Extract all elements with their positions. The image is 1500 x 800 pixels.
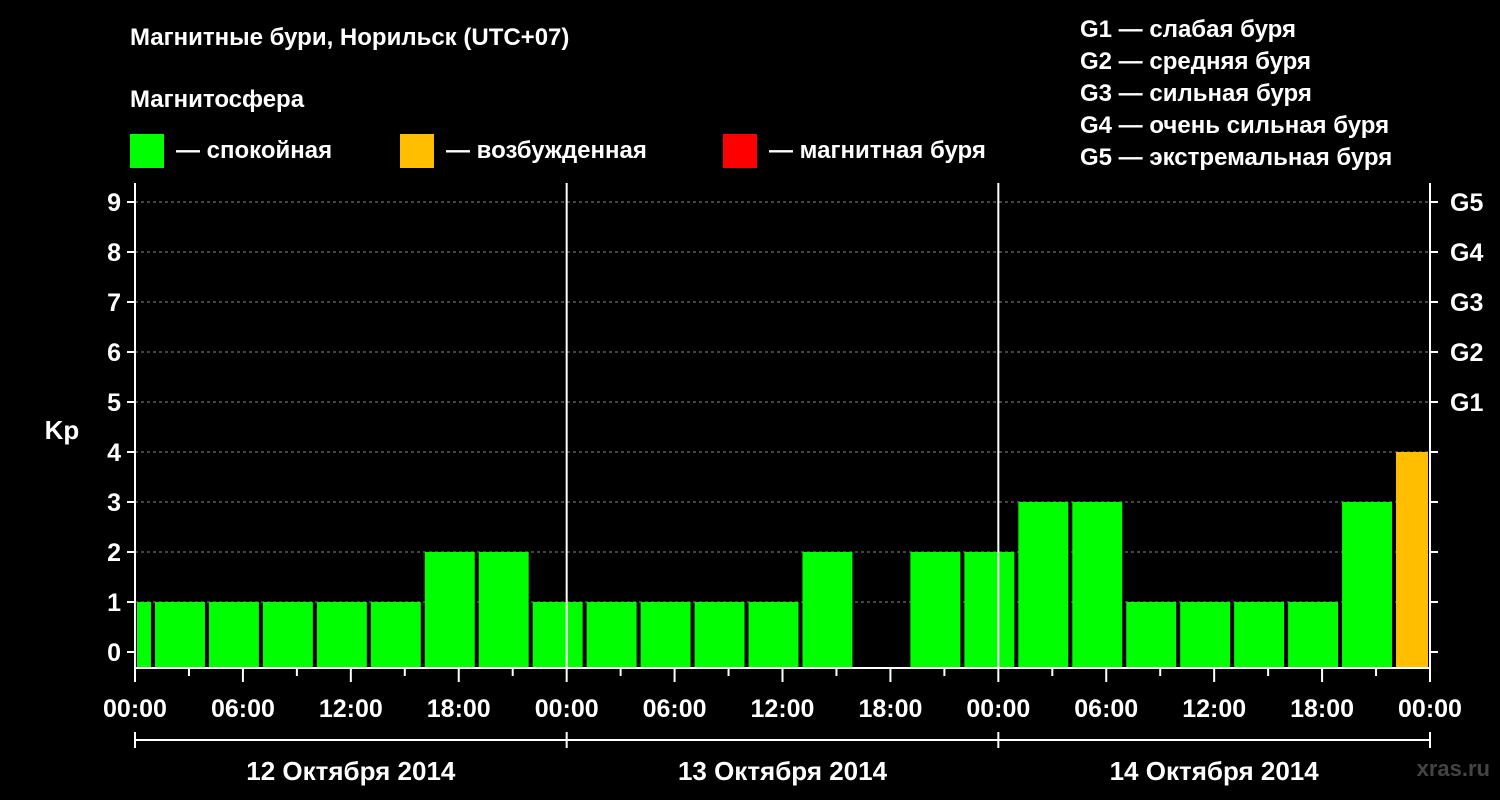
y-tick-label: 2 [107, 539, 121, 567]
kp-bar [748, 602, 799, 668]
kp-bar [532, 602, 583, 668]
g-level-tick-label: G1 [1450, 389, 1483, 417]
kp-bar [586, 602, 637, 668]
kp-bar [316, 602, 367, 668]
y-tick-label: 8 [107, 239, 121, 267]
kp-bar [964, 552, 1015, 668]
kp-bar [137, 602, 151, 668]
g-level-tick-label: G3 [1450, 289, 1483, 317]
x-tick-label: 06:00 [643, 695, 707, 723]
day-label: 14 Октября 2014 [1110, 756, 1320, 786]
day-label: 12 Октября 2014 [246, 756, 456, 786]
kp-bar [478, 552, 529, 668]
kp-chart: 0 1 2 3 4 5 6 7 8 9 G1 G2 G3 G4 G5 Kp 00:00 06:00 12:00 18:… [45, 183, 1483, 786]
kp-bar [1234, 602, 1285, 668]
x-tick-label: 12:00 [319, 695, 383, 723]
x-tick-label: 18:00 [427, 695, 491, 723]
x-tick-label: 00:00 [103, 695, 167, 723]
kp-bar [424, 552, 475, 668]
g-level-tick-label: G2 [1450, 339, 1483, 367]
kp-bar [208, 602, 259, 668]
x-tick-label: 00:00 [535, 695, 599, 723]
y-tick-label: 7 [107, 289, 121, 317]
kp-bar [1342, 502, 1393, 668]
x-tick-label: 06:00 [1074, 695, 1138, 723]
x-tick-label: 12:00 [1182, 695, 1246, 723]
y-tick-label: 1 [107, 589, 121, 617]
kp-bar [370, 602, 421, 668]
y-tick-label: 6 [107, 339, 121, 367]
kp-bar [262, 602, 313, 668]
y-tick-label: 3 [107, 489, 121, 517]
x-tick-label: 12:00 [751, 695, 815, 723]
x-tick-label: 18:00 [1290, 695, 1354, 723]
kp-bar [1288, 602, 1339, 668]
kp-bar [910, 552, 961, 668]
day-label: 13 Октября 2014 [678, 756, 888, 786]
y-tick-label: 5 [107, 389, 121, 417]
x-tick-label: 00:00 [1398, 695, 1462, 723]
g-level-tick-label: G4 [1450, 239, 1483, 267]
kp-bar [694, 602, 745, 668]
g-level-tick-label: G5 [1450, 189, 1483, 217]
y-tick-label: 9 [107, 189, 121, 217]
kp-bar [1072, 502, 1123, 668]
y-tick-label: 4 [107, 439, 121, 467]
kp-bar [154, 602, 205, 668]
y-tick-label: 0 [107, 639, 121, 667]
kp-bar [1018, 502, 1069, 668]
x-tick-label: 18:00 [858, 695, 922, 723]
kp-bar [1396, 452, 1428, 668]
kp-bar [802, 552, 853, 668]
x-tick-label: 06:00 [211, 695, 275, 723]
x-tick-label: 00:00 [966, 695, 1030, 723]
y-axis-title: Kp [45, 415, 80, 445]
kp-bar [640, 602, 691, 668]
kp-bar [1126, 602, 1177, 668]
watermark: xras.ru [1416, 756, 1490, 781]
kp-bar [1180, 602, 1231, 668]
